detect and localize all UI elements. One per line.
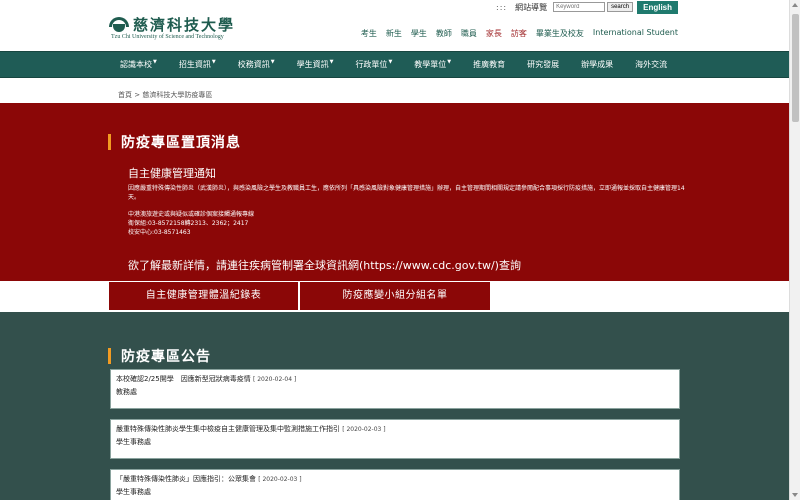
breadcrumb-home[interactable]: 首頁 xyxy=(118,91,132,99)
breadcrumb-separator: > xyxy=(134,91,141,99)
audience-nav: 考生 新生 學生 教師 職員 家長 訪客 畢業生及校友 Internationa… xyxy=(352,28,678,39)
list-item[interactable]: 嚴重特殊傳染性肺炎學生集中檢疫自主健康管理及集中監測措施工作指引 [ 2020-… xyxy=(110,419,680,459)
list-item[interactable]: 「嚴重特殊傳染性肺炎」因應指引：公眾集會 [ 2020-02-03 ] 學生事務… xyxy=(110,469,680,500)
page-scrollbar[interactable] xyxy=(789,0,800,500)
list-item[interactable]: 本校確認2/25開學 因應新型冠狀病毒疫情 [ 2020-02-04 ] 教務處 xyxy=(110,369,680,409)
breadcrumb: 首頁 > 慈濟科技大學防疫專區 xyxy=(0,88,789,103)
sitemap-link[interactable]: 網站導覽 xyxy=(515,2,547,13)
accesskey-link[interactable]: ::: xyxy=(496,3,507,12)
scroll-down-icon[interactable] xyxy=(792,493,798,497)
utility-bar: ::: 網站導覽 search English xyxy=(496,0,678,14)
nav-item-academic-units[interactable]: 教學單位▼ xyxy=(414,59,451,70)
search-input[interactable] xyxy=(553,2,606,12)
heading-accent-bar xyxy=(108,348,111,364)
audience-link-freshmen[interactable]: 新生 xyxy=(386,28,402,39)
audience-link-students[interactable]: 學生 xyxy=(411,28,427,39)
site-logo[interactable]: 慈濟科技大學 Tzu Chi University of Science and… xyxy=(109,17,235,41)
announcement-date: [ 2020-02-03 ] xyxy=(258,476,302,483)
audience-link-faculty[interactable]: 教師 xyxy=(436,28,452,39)
top-news-heading: 防疫專區置頂消息 xyxy=(108,132,241,152)
audience-link-parents[interactable]: 家長 xyxy=(486,28,502,39)
health-log-button[interactable]: 自主健康管理體溫紀錄表 xyxy=(109,282,298,310)
announcement-title[interactable]: 本校確認2/25開學 因應新型冠狀病毒疫情 xyxy=(116,375,251,383)
announcement-date: [ 2020-02-03 ] xyxy=(342,426,386,433)
audience-link-staff[interactable]: 職員 xyxy=(461,28,477,39)
main-nav: 認識本校▼ 招生資訊▼ 校務資訊▼ 學生資訊▼ 行政單位▼ 教學單位▼ 推廣教育… xyxy=(0,51,789,78)
announcement-unit: 學生事務處 xyxy=(116,438,151,446)
scrollbar-thumb[interactable] xyxy=(792,14,799,122)
nav-item-school-affairs[interactable]: 校務資訊▼ xyxy=(238,59,275,70)
audience-link-visitors[interactable]: 訪客 xyxy=(511,28,527,39)
announcement-title[interactable]: 「嚴重特殊傳染性肺炎」因應指引：公眾集會 xyxy=(116,475,256,483)
announcement-unit: 教務處 xyxy=(116,388,137,396)
announcement-list: 本校確認2/25開學 因應新型冠狀病毒疫情 [ 2020-02-04 ] 教務處… xyxy=(110,369,680,500)
cdc-link[interactable]: 欲了解最新詳情，請連往疾病管制署全球資訊網(https://www.cdc.go… xyxy=(128,257,521,273)
contact-line: 中港澳旅遊史或與疑似或確診個案接觸通報專線 xyxy=(128,211,255,218)
announcement-unit: 學生事務處 xyxy=(116,488,151,496)
breadcrumb-current: 慈濟科技大學防疫專區 xyxy=(142,91,213,99)
logo-emblem-icon xyxy=(109,17,129,33)
announcements-heading: 防疫專區公告 xyxy=(108,346,211,366)
site-header: 慈濟科技大學 Tzu Chi University of Science and… xyxy=(0,0,789,51)
logo-english-name: Tzu Chi University of Science and Techno… xyxy=(111,34,224,40)
top-news-section: 防疫專區置頂消息 自主健康管理通知 因應嚴重特殊傳染性肺炎（武漢肺炎），與感染風… xyxy=(0,103,789,281)
announcements-section: 防疫專區公告 本校確認2/25開學 因應新型冠狀病毒疫情 [ 2020-02-0… xyxy=(0,312,789,500)
team-list-button[interactable]: 防疫應變小組分組名單 xyxy=(300,282,490,310)
nav-item-overseas-exchange[interactable]: 海外交流 xyxy=(635,59,667,70)
heading-accent-bar xyxy=(108,134,111,150)
contact-line: 校安中心:03-8571463 xyxy=(128,229,191,236)
audience-link-alumni[interactable]: 畢業生及校友 xyxy=(536,28,584,39)
english-site-button[interactable]: English xyxy=(637,0,678,14)
nav-item-research[interactable]: 研究發展 xyxy=(527,59,559,70)
page: 慈濟科技大學 Tzu Chi University of Science and… xyxy=(0,0,789,500)
announcement-date: [ 2020-02-04 ] xyxy=(252,376,297,383)
logo-chinese-name: 慈濟科技大學 xyxy=(133,16,236,34)
top-news-subtitle: 自主健康管理通知 xyxy=(128,167,216,180)
top-news-body: 自主健康管理通知 因應嚴重特殊傳染性肺炎（武漢肺炎），與感染風險之學生及教職員工… xyxy=(128,165,688,237)
search-button[interactable]: search xyxy=(607,2,634,12)
scroll-up-icon[interactable] xyxy=(792,3,798,7)
nav-item-achievements[interactable]: 辦學成果 xyxy=(581,59,613,70)
nav-item-student-info[interactable]: 學生資訊▼ xyxy=(297,59,334,70)
top-news-contacts: 中港澳旅遊史或與疑似或確診個案接觸通報專線 衛保組:03-8572158轉231… xyxy=(128,210,688,237)
top-news-text: 因應嚴重特殊傳染性肺炎（武漢肺炎），與感染風險之學生及教職員工生，應依所列「具感… xyxy=(128,185,685,201)
action-buttons: 自主健康管理體溫紀錄表 防疫應變小組分組名單 xyxy=(0,281,789,312)
nav-item-extension-education[interactable]: 推廣教育 xyxy=(473,59,505,70)
contact-line: 衛保組:03-8572158轉2313、2362；2417 xyxy=(128,220,249,227)
nav-item-about[interactable]: 認識本校▼ xyxy=(120,59,157,70)
nav-item-admin-units[interactable]: 行政單位▼ xyxy=(355,59,392,70)
audience-link-applicants[interactable]: 考生 xyxy=(361,28,377,39)
announcement-title[interactable]: 嚴重特殊傳染性肺炎學生集中檢疫自主健康管理及集中監測措施工作指引 xyxy=(116,425,340,433)
audience-link-international[interactable]: International Student xyxy=(593,28,678,39)
nav-item-admissions[interactable]: 招生資訊▼ xyxy=(179,59,216,70)
